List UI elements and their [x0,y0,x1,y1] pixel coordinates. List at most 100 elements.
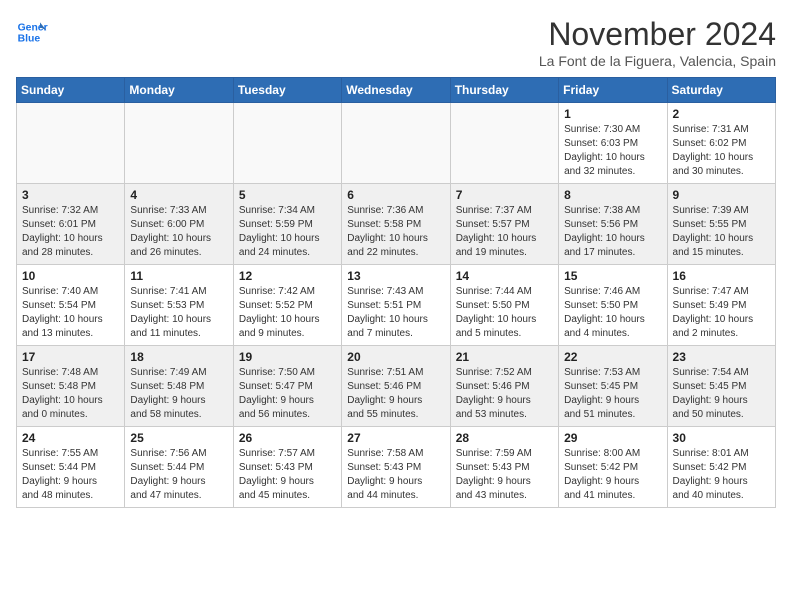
calendar-cell [125,103,233,184]
day-number: 12 [239,269,336,283]
day-info: Sunrise: 8:00 AM Sunset: 5:42 PM Dayligh… [564,447,661,503]
day-info: Sunrise: 7:39 AM Sunset: 5:55 PM Dayligh… [673,204,770,260]
weekday-header-monday: Monday [125,78,233,103]
calendar-cell: 23 Sunrise: 7:54 AM Sunset: 5:45 PM Dayli… [667,346,775,427]
calendar-cell: 9 Sunrise: 7:39 AM Sunset: 5:55 PM Daylig… [667,184,775,265]
calendar-cell: 26 Sunrise: 7:57 AM Sunset: 5:43 PM Dayli… [233,427,341,508]
day-number: 5 [239,188,336,202]
day-info: Sunrise: 7:44 AM Sunset: 5:50 PM Dayligh… [456,285,553,341]
calendar-week-row: 1 Sunrise: 7:30 AM Sunset: 6:03 PM Daylig… [17,103,776,184]
day-number: 26 [239,431,336,445]
day-number: 23 [673,350,770,364]
calendar-cell: 4 Sunrise: 7:33 AM Sunset: 6:00 PM Daylig… [125,184,233,265]
day-info: Sunrise: 7:52 AM Sunset: 5:46 PM Dayligh… [456,366,553,422]
day-info: Sunrise: 7:38 AM Sunset: 5:56 PM Dayligh… [564,204,661,260]
calendar-cell: 18 Sunrise: 7:49 AM Sunset: 5:48 PM Dayli… [125,346,233,427]
day-info: Sunrise: 7:51 AM Sunset: 5:46 PM Dayligh… [347,366,444,422]
svg-text:Blue: Blue [18,34,41,45]
day-info: Sunrise: 8:01 AM Sunset: 5:42 PM Dayligh… [673,447,770,503]
calendar-cell: 21 Sunrise: 7:52 AM Sunset: 5:46 PM Dayli… [450,346,558,427]
calendar-week-row: 24Sunrise: 7:55 AM Sunset: 5:44 PM Dayli… [17,427,776,508]
day-number: 29 [564,431,661,445]
page-header: General Blue November 2024 La Font de la… [16,16,776,69]
day-number: 20 [347,350,444,364]
logo-icon: General Blue [16,16,48,48]
day-number: 7 [456,188,553,202]
day-info: Sunrise: 7:30 AM Sunset: 6:03 PM Dayligh… [564,123,661,179]
day-number: 2 [673,107,770,121]
weekday-header-friday: Friday [559,78,667,103]
day-info: Sunrise: 7:54 AM Sunset: 5:45 PM Dayligh… [673,366,770,422]
day-info: Sunrise: 7:42 AM Sunset: 5:52 PM Dayligh… [239,285,336,341]
day-info: Sunrise: 7:59 AM Sunset: 5:43 PM Dayligh… [456,447,553,503]
day-info: Sunrise: 7:43 AM Sunset: 5:51 PM Dayligh… [347,285,444,341]
calendar-cell: 27 Sunrise: 7:58 AM Sunset: 5:43 PM Dayli… [342,427,450,508]
day-info: Sunrise: 7:49 AM Sunset: 5:48 PM Dayligh… [130,366,227,422]
day-info: Sunrise: 7:50 AM Sunset: 5:47 PM Dayligh… [239,366,336,422]
day-info: Sunrise: 7:37 AM Sunset: 5:57 PM Dayligh… [456,204,553,260]
calendar-cell: 10Sunrise: 7:40 AM Sunset: 5:54 PM Dayli… [17,265,125,346]
day-info: Sunrise: 7:33 AM Sunset: 6:00 PM Dayligh… [130,204,227,260]
calendar-cell [342,103,450,184]
day-info: Sunrise: 7:32 AM Sunset: 6:01 PM Dayligh… [22,204,119,260]
calendar-cell: 25Sunrise: 7:56 AM Sunset: 5:44 PM Dayli… [125,427,233,508]
day-info: Sunrise: 7:47 AM Sunset: 5:49 PM Dayligh… [673,285,770,341]
calendar-week-row: 10Sunrise: 7:40 AM Sunset: 5:54 PM Dayli… [17,265,776,346]
calendar-cell: 1 Sunrise: 7:30 AM Sunset: 6:03 PM Daylig… [559,103,667,184]
calendar-cell: 14 Sunrise: 7:44 AM Sunset: 5:50 PM Dayli… [450,265,558,346]
calendar-cell: 20 Sunrise: 7:51 AM Sunset: 5:46 PM Dayli… [342,346,450,427]
calendar-cell: 11Sunrise: 7:41 AM Sunset: 5:53 PM Dayli… [125,265,233,346]
day-number: 17 [22,350,119,364]
calendar-cell: 15 Sunrise: 7:46 AM Sunset: 5:50 PM Dayli… [559,265,667,346]
day-number: 18 [130,350,227,364]
weekday-header-tuesday: Tuesday [233,78,341,103]
day-info: Sunrise: 7:36 AM Sunset: 5:58 PM Dayligh… [347,204,444,260]
calendar-week-row: 17 Sunrise: 7:48 AM Sunset: 5:48 PM Dayli… [17,346,776,427]
day-info: Sunrise: 7:48 AM Sunset: 5:48 PM Dayligh… [22,366,119,422]
day-info: Sunrise: 7:57 AM Sunset: 5:43 PM Dayligh… [239,447,336,503]
location-subtitle: La Font de la Figuera, Valencia, Spain [539,53,776,69]
day-number: 25 [130,431,227,445]
day-number: 22 [564,350,661,364]
calendar-cell [450,103,558,184]
calendar-cell: 28 Sunrise: 7:59 AM Sunset: 5:43 PM Dayli… [450,427,558,508]
day-number: 30 [673,431,770,445]
calendar-cell: 19 Sunrise: 7:50 AM Sunset: 5:47 PM Dayli… [233,346,341,427]
logo: General Blue [16,16,48,48]
calendar-cell: 8Sunrise: 7:38 AM Sunset: 5:56 PM Daylig… [559,184,667,265]
calendar-cell: 22Sunrise: 7:53 AM Sunset: 5:45 PM Dayli… [559,346,667,427]
day-info: Sunrise: 7:31 AM Sunset: 6:02 PM Dayligh… [673,123,770,179]
day-number: 10 [22,269,119,283]
day-number: 4 [130,188,227,202]
calendar-cell: 17 Sunrise: 7:48 AM Sunset: 5:48 PM Dayli… [17,346,125,427]
day-number: 1 [564,107,661,121]
day-number: 15 [564,269,661,283]
day-number: 28 [456,431,553,445]
day-number: 11 [130,269,227,283]
day-number: 21 [456,350,553,364]
calendar-cell: 2 Sunrise: 7:31 AM Sunset: 6:02 PM Daylig… [667,103,775,184]
weekday-header-thursday: Thursday [450,78,558,103]
calendar-cell: 29 Sunrise: 8:00 AM Sunset: 5:42 PM Dayli… [559,427,667,508]
calendar-cell [233,103,341,184]
day-number: 24 [22,431,119,445]
day-info: Sunrise: 7:34 AM Sunset: 5:59 PM Dayligh… [239,204,336,260]
calendar-cell: 3 Sunrise: 7:32 AM Sunset: 6:01 PM Daylig… [17,184,125,265]
day-info: Sunrise: 7:46 AM Sunset: 5:50 PM Dayligh… [564,285,661,341]
calendar-cell: 30 Sunrise: 8:01 AM Sunset: 5:42 PM Dayli… [667,427,775,508]
day-number: 19 [239,350,336,364]
weekday-header-saturday: Saturday [667,78,775,103]
day-number: 27 [347,431,444,445]
day-number: 9 [673,188,770,202]
day-number: 14 [456,269,553,283]
calendar-cell: 24Sunrise: 7:55 AM Sunset: 5:44 PM Dayli… [17,427,125,508]
title-block: November 2024 La Font de la Figuera, Val… [539,16,776,69]
calendar-cell: 13 Sunrise: 7:43 AM Sunset: 5:51 PM Dayli… [342,265,450,346]
calendar-cell [17,103,125,184]
day-number: 3 [22,188,119,202]
day-number: 16 [673,269,770,283]
day-info: Sunrise: 7:58 AM Sunset: 5:43 PM Dayligh… [347,447,444,503]
weekday-header-wednesday: Wednesday [342,78,450,103]
day-number: 13 [347,269,444,283]
weekday-header-sunday: Sunday [17,78,125,103]
